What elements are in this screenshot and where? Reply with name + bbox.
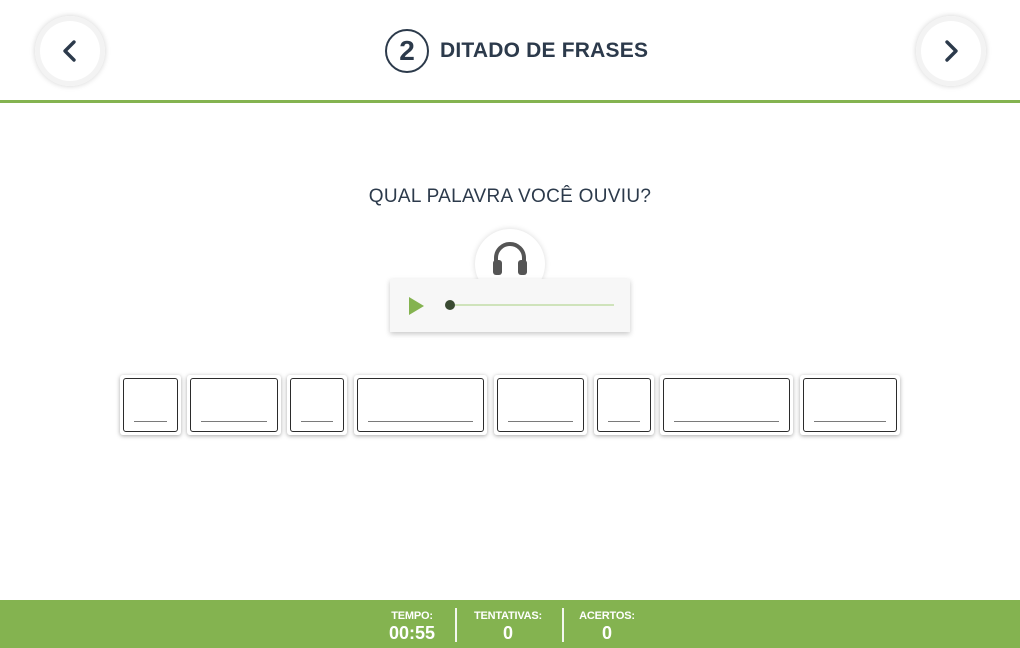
attempts-value: 0 xyxy=(502,623,513,643)
chevron-right-icon xyxy=(945,40,958,62)
next-button[interactable] xyxy=(916,16,986,86)
divider xyxy=(455,608,457,642)
answer-box-1[interactable] xyxy=(120,375,181,435)
header-bar: 2 DITADO DE FRASES xyxy=(0,0,1020,103)
previous-button[interactable] xyxy=(35,16,105,86)
attempts-label: TENTATIVAS: xyxy=(473,610,543,622)
divider xyxy=(562,608,564,642)
hits-value: 0 xyxy=(601,623,612,643)
attempts-stat: TENTATIVAS: 0 xyxy=(468,609,548,643)
question-text: QUAL PALAVRA VOCÊ OUVIU? xyxy=(368,186,652,207)
time-label: TEMPO: xyxy=(391,610,433,622)
audio-player xyxy=(390,279,630,332)
answer-box-5[interactable] xyxy=(494,375,587,435)
hits-stat: ACERTOS: 0 xyxy=(575,609,639,643)
answer-box-6[interactable] xyxy=(594,375,654,435)
play-icon[interactable] xyxy=(406,296,426,316)
time-value: 00:55 xyxy=(388,623,436,643)
audio-progress-handle[interactable] xyxy=(445,300,455,310)
answer-box-7[interactable] xyxy=(660,375,793,435)
time-stat: TEMPO: 00:55 xyxy=(382,609,442,643)
answer-box-3[interactable] xyxy=(287,375,347,435)
page-title: 2 DITADO DE FRASES xyxy=(385,29,648,73)
hits-label: ACERTOS: xyxy=(579,610,635,622)
audio-progress-track[interactable] xyxy=(450,303,614,306)
answer-box-2[interactable] xyxy=(187,375,281,435)
answer-box-4[interactable] xyxy=(354,375,487,435)
answer-box-8[interactable] xyxy=(800,375,900,435)
chevron-left-icon xyxy=(63,40,76,62)
stats-footer: TEMPO: 00:55 TENTATIVAS: 0 ACERTOS: 0 xyxy=(0,600,1020,648)
step-number-badge: 2 xyxy=(385,29,429,73)
headphones-icon xyxy=(493,242,527,275)
page-title-text: DITADO DE FRASES xyxy=(440,39,649,62)
